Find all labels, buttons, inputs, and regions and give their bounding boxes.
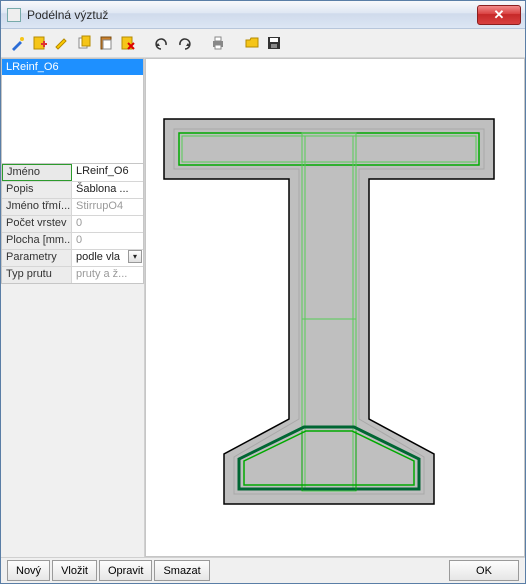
new-button[interactable]: Nový (7, 560, 50, 581)
section-drawing (154, 109, 514, 529)
undo-icon[interactable] (153, 34, 171, 52)
prop-value: 0 (72, 233, 143, 249)
prop-value: StirrupO4 (72, 199, 143, 215)
save-icon[interactable] (265, 34, 283, 52)
prop-row-layers[interactable]: Počet vrstev 0 (2, 215, 143, 232)
magic-icon[interactable] (9, 34, 27, 52)
prop-label: Počet vrstev (2, 216, 72, 232)
prop-row-desc[interactable]: Popis Šablona ... (2, 181, 143, 198)
toolbar (1, 29, 525, 57)
titlebar: Podélná výztuž ✕ (1, 1, 525, 29)
prop-value-text: podle vla (76, 251, 120, 263)
edit-button[interactable]: Opravit (99, 560, 152, 581)
prop-value: 0 (72, 216, 143, 232)
prop-row-area[interactable]: Plocha [mm... 0 (2, 232, 143, 249)
redo-icon[interactable] (175, 34, 193, 52)
body: LReinf_O6 Jméno LReinf_O6 Popis Šablona … (1, 57, 525, 557)
copy-icon[interactable] (75, 34, 93, 52)
property-grid: Jméno LReinf_O6 Popis Šablona ... Jméno … (1, 164, 144, 284)
ok-button[interactable]: OK (449, 560, 519, 581)
prop-label: Popis (2, 182, 72, 198)
delete-icon[interactable] (119, 34, 137, 52)
titlebar-left: Podélná výztuž (7, 8, 108, 22)
add-icon[interactable] (31, 34, 49, 52)
prop-value[interactable]: podle vla ▾ (72, 250, 143, 266)
prop-label: Parametry (2, 250, 72, 266)
window-title: Podélná výztuž (27, 8, 108, 22)
delete-button[interactable]: Smazat (154, 560, 209, 581)
prop-row-stirrup[interactable]: Jméno třmí... StirrupO4 (2, 198, 143, 215)
close-button[interactable]: ✕ (477, 5, 521, 25)
footer: Nový Vložit Opravit Smazat OK (1, 557, 525, 583)
prop-label: Jméno třmí... (2, 199, 72, 215)
open-icon[interactable] (243, 34, 261, 52)
prop-label: Typ prutu (2, 267, 72, 283)
dropdown-icon[interactable]: ▾ (128, 250, 142, 263)
dialog-window: Podélná výztuž ✕ LReinf_O6 Jméno LReinf_… (0, 0, 526, 584)
item-list[interactable]: LReinf_O6 (1, 58, 144, 164)
insert-button[interactable]: Vložit (52, 560, 97, 581)
left-panel: LReinf_O6 Jméno LReinf_O6 Popis Šablona … (1, 58, 145, 557)
list-item[interactable]: LReinf_O6 (2, 59, 143, 75)
app-icon (7, 8, 21, 22)
preview-canvas (145, 58, 525, 557)
prop-label: Jméno (2, 164, 72, 181)
edit-icon[interactable] (53, 34, 71, 52)
paste-icon[interactable] (97, 34, 115, 52)
prop-row-params[interactable]: Parametry podle vla ▾ (2, 249, 143, 266)
prop-label: Plocha [mm... (2, 233, 72, 249)
prop-row-bartype[interactable]: Typ prutu pruty a ž... (2, 266, 143, 283)
prop-value[interactable]: LReinf_O6 (72, 164, 143, 181)
prop-value: pruty a ž... (72, 267, 143, 283)
print-icon[interactable] (209, 34, 227, 52)
prop-row-name[interactable]: Jméno LReinf_O6 (2, 164, 143, 181)
prop-value[interactable]: Šablona ... (72, 182, 143, 198)
